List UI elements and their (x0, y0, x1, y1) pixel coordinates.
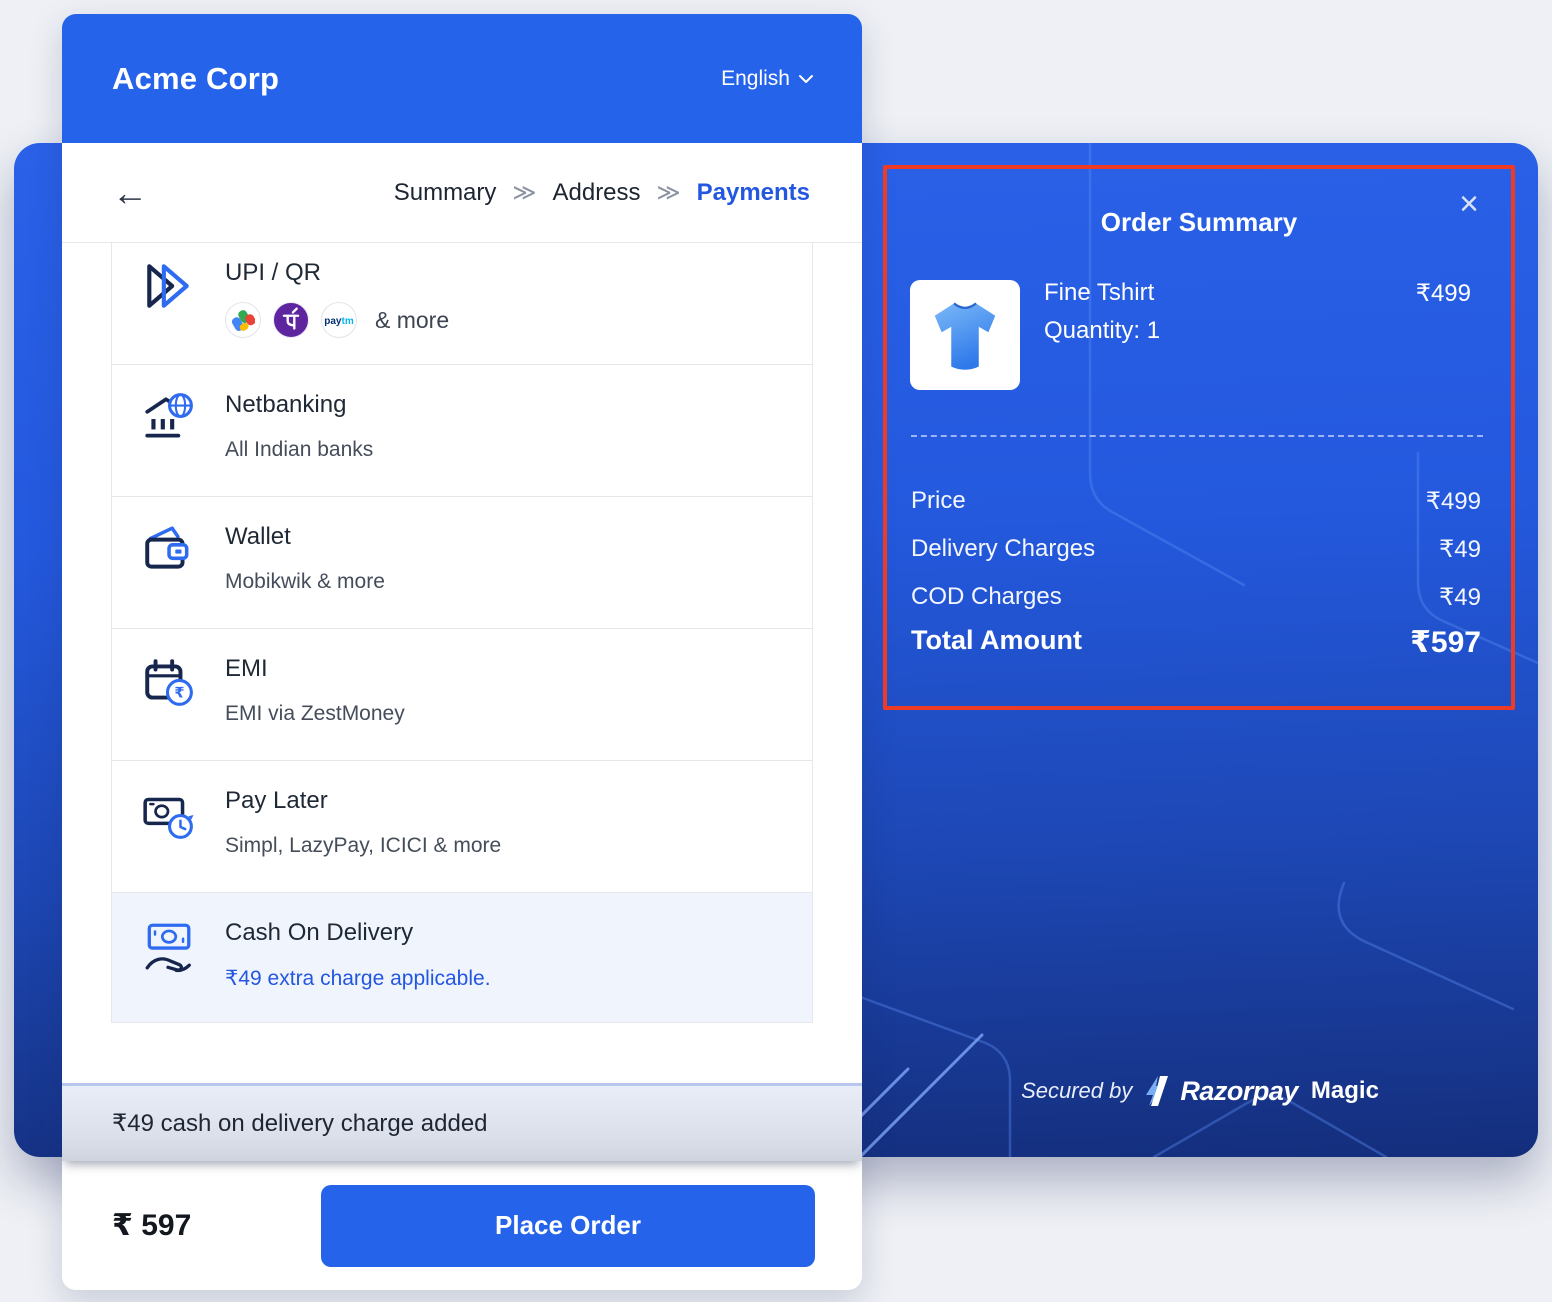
payment-method-subtitle: Simpl, LazyPay, ICICI & more (225, 834, 501, 858)
breadcrumb-step-summary[interactable]: Summary (394, 179, 497, 207)
toast-message: ₹49 cash on delivery charge added (112, 1109, 488, 1138)
back-button[interactable]: ← (112, 175, 148, 211)
total-amount-footer: ₹ 597 (112, 1208, 191, 1243)
emi-icon: ₹ (141, 655, 195, 709)
razorpay-logo-icon (1143, 1075, 1169, 1107)
checkout-card: Acme Corp English ← Summary ≫ Address ≫ … (62, 14, 862, 1290)
payment-method-title: Pay Later (225, 787, 501, 815)
dashed-divider (911, 435, 1483, 437)
paylater-icon (141, 787, 195, 841)
card-header: Acme Corp English (62, 14, 862, 143)
tshirt-image (921, 291, 1009, 379)
magic-label: Magic (1311, 1077, 1379, 1105)
summary-row-total: Total Amount ₹597 (911, 625, 1481, 660)
payment-method-title: Wallet (225, 523, 385, 551)
product-name: Fine Tshirt (1044, 279, 1154, 307)
payment-method-list: UPI / QR (111, 243, 813, 1023)
breadcrumb-step-address[interactable]: Address (552, 179, 640, 207)
breadcrumb-separator-icon: ≫ (657, 180, 681, 206)
product-image (910, 280, 1020, 390)
phonepe-icon (273, 302, 309, 338)
breadcrumb: ← Summary ≫ Address ≫ Payments (62, 143, 862, 243)
cod-icon (141, 919, 195, 973)
breadcrumb-separator-icon: ≫ (512, 180, 536, 206)
product-price: ₹499 (1416, 279, 1471, 308)
secured-by-label: Secured by (1021, 1078, 1132, 1104)
razorpay-wordmark: Razorpay (1180, 1076, 1298, 1107)
summary-row-delivery: Delivery Charges ₹49 (911, 535, 1481, 564)
svg-text:₹: ₹ (174, 686, 184, 702)
secured-by-razorpay: Secured by Razorpay Magic (862, 1069, 1538, 1113)
payment-method-emi[interactable]: ₹ EMI EMI via ZestMoney (112, 629, 812, 761)
payment-method-title: UPI / QR (225, 259, 449, 287)
payment-method-wallet[interactable]: Wallet Mobikwik & more (112, 497, 812, 629)
card-footer: ₹ 597 Place Order (62, 1161, 862, 1290)
netbanking-icon (141, 391, 195, 445)
order-summary-panel: Order Summary × Fine Tshirt Quantity: 1 … (883, 165, 1515, 710)
payment-method-subtitle: Mobikwik & more (225, 570, 385, 594)
gpay-icon (225, 302, 261, 338)
payment-method-subtitle: All Indian banks (225, 438, 373, 462)
payment-method-netbanking[interactable]: Netbanking All Indian banks (112, 365, 812, 497)
payment-method-cod[interactable]: Cash On Delivery ₹49 extra charge applic… (112, 893, 812, 1022)
wallet-icon (141, 523, 195, 577)
payment-method-title: Netbanking (225, 391, 373, 419)
payment-method-title: Cash On Delivery (225, 919, 491, 947)
svg-text:paytm: paytm (324, 316, 354, 327)
checkout-page: Secured by Razorpay Magic Acme Corp Engl… (0, 0, 1552, 1302)
language-selector[interactable]: English (721, 67, 814, 91)
cod-extra-charge-note: ₹49 extra charge applicable. (225, 966, 491, 991)
merchant-name: Acme Corp (112, 61, 279, 97)
chevron-down-icon (798, 74, 814, 84)
upi-icon (141, 259, 195, 313)
upi-more-label: & more (375, 307, 449, 334)
payment-method-title: EMI (225, 655, 405, 683)
paytm-icon: paytm (321, 302, 357, 338)
cod-charge-toast: ₹49 cash on delivery charge added (62, 1083, 862, 1161)
product-quantity: Quantity: 1 (1044, 317, 1160, 345)
order-summary-title: Order Summary (887, 207, 1511, 238)
close-icon[interactable]: × (1459, 187, 1479, 221)
breadcrumb-steps: Summary ≫ Address ≫ Payments (394, 179, 810, 207)
payment-method-paylater[interactable]: Pay Later Simpl, LazyPay, ICICI & more (112, 761, 812, 893)
payment-method-upi[interactable]: UPI / QR (112, 243, 812, 365)
language-label: English (721, 67, 790, 91)
summary-row-price: Price ₹499 (911, 487, 1481, 516)
breadcrumb-step-payments[interactable]: Payments (697, 179, 810, 207)
summary-row-cod: COD Charges ₹49 (911, 583, 1481, 612)
payment-method-subtitle: EMI via ZestMoney (225, 702, 405, 726)
place-order-button[interactable]: Place Order (321, 1185, 815, 1267)
upi-apps: paytm & more (225, 302, 449, 338)
